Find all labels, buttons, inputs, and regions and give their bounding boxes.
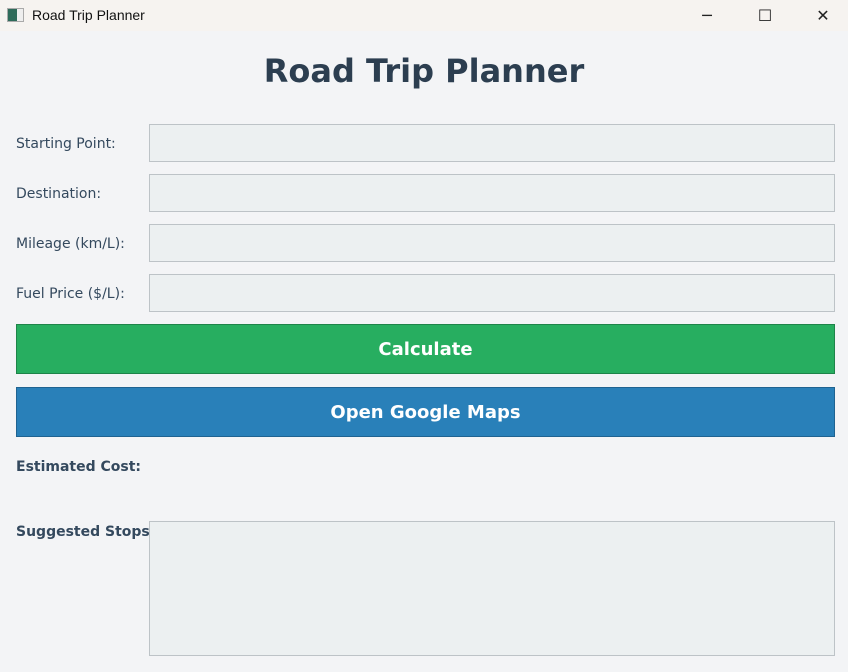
destination-input[interactable]: [149, 174, 835, 212]
estimated-cost-label: Estimated Cost:: [16, 459, 142, 475]
suggested-stops-label: Suggested Stops:: [16, 524, 156, 540]
page-title: Road Trip Planner: [263, 52, 585, 90]
minimize-icon[interactable]: ─: [678, 0, 736, 31]
mileage-label: Mileage (km/L):: [16, 236, 125, 252]
open-google-maps-button[interactable]: Open Google Maps: [16, 387, 835, 437]
maximize-icon[interactable]: ☐: [736, 0, 794, 31]
starting-point-input[interactable]: [149, 124, 835, 162]
fuel-price-label: Fuel Price ($/L):: [16, 286, 125, 302]
fuel-price-input[interactable]: [149, 274, 835, 312]
close-icon[interactable]: ✕: [794, 0, 848, 31]
app-icon: [7, 8, 24, 22]
window-title: Road Trip Planner: [32, 7, 145, 23]
destination-label: Destination:: [16, 186, 102, 202]
suggested-stops-textarea[interactable]: [149, 521, 835, 656]
mileage-input[interactable]: [149, 224, 835, 262]
title-bar: Road Trip Planner ─ ☐ ✕: [0, 0, 848, 31]
starting-point-label: Starting Point:: [16, 136, 116, 152]
calculate-button[interactable]: Calculate: [16, 324, 835, 374]
